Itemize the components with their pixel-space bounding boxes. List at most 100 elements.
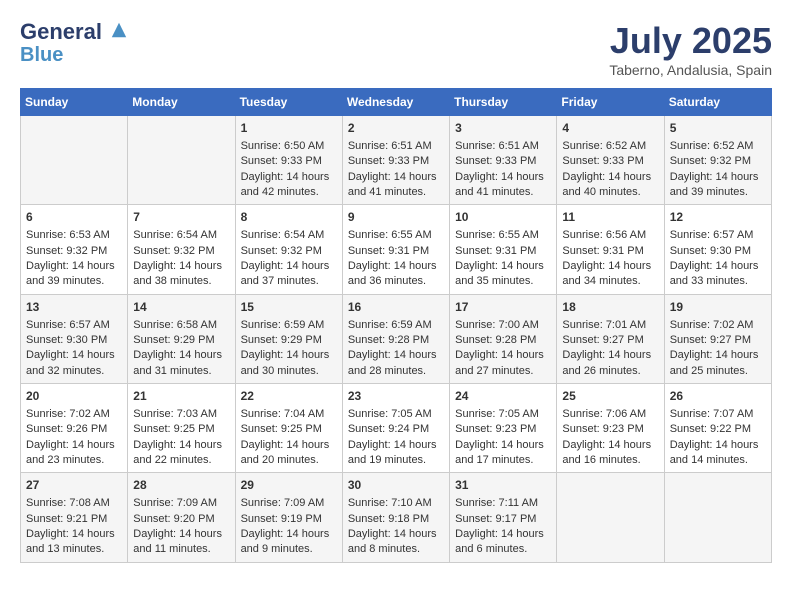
day-number: 16 [348, 299, 444, 316]
daylight-text: Daylight: 14 hours and 35 minutes. [455, 260, 544, 287]
daylight-text: Daylight: 14 hours and 36 minutes. [348, 260, 437, 287]
title-block: July 2025 Taberno, Andalusia, Spain [609, 20, 772, 78]
day-number: 8 [241, 209, 337, 226]
sunrise-text: Sunrise: 7:01 AM [562, 319, 646, 331]
calendar-cell: 3Sunrise: 6:51 AMSunset: 9:33 PMDaylight… [450, 116, 557, 205]
calendar-cell: 30 Sunrise: 7:10 AM Sunset: 9:18 PM Dayligh… [342, 473, 449, 562]
calendar-cell: 24 Sunrise: 7:05 AM Sunset: 9:23 PM Dayligh… [450, 384, 557, 473]
sunrise-text: Sunrise: 7:06 AM [562, 408, 646, 420]
daylight-text: Daylight: 14 hours and 28 minutes. [348, 349, 437, 376]
calendar-week-row: 1Sunrise: 6:50 AMSunset: 9:33 PMDaylight… [21, 116, 772, 205]
sunrise-text: Sunrise: 7:05 AM [455, 408, 539, 420]
calendar-cell: 15Sunrise: 6:59 AMSunset: 9:29 PMDayligh… [235, 294, 342, 383]
day-number: 18 [562, 299, 658, 316]
sunrise-text: Sunrise: 6:52 AM [670, 140, 754, 152]
weekday-header-row: SundayMondayTuesdayWednesdayThursdayFrid… [21, 89, 772, 116]
weekday-header-friday: Friday [557, 89, 664, 116]
weekday-header-thursday: Thursday [450, 89, 557, 116]
calendar-cell: 31Sunrise: 7:11 AMSunset: 9:17 PMDayligh… [450, 473, 557, 562]
sunrise-text: Sunrise: 7:05 AM [348, 408, 432, 420]
sunrise-text: Sunrise: 7:10 AM [348, 497, 432, 509]
sunset-text: Sunset: 9:25 PM [241, 423, 322, 435]
day-number: 6 [26, 209, 122, 226]
sunrise-text: Sunrise: 6:51 AM [348, 140, 432, 152]
daylight-text: Daylight: 14 hours and 32 minutes. [26, 349, 115, 376]
daylight-text: Daylight: 14 hours and 34 minutes. [562, 260, 651, 287]
sunset-text: Sunset: 9:22 PM [670, 423, 751, 435]
sunset-text: Sunset: 9:23 PM [455, 423, 536, 435]
day-number: 11 [562, 209, 658, 226]
sunrise-text: Sunrise: 7:08 AM [26, 497, 110, 509]
calendar-week-row: 13Sunrise: 6:57 AMSunset: 9:30 PMDayligh… [21, 294, 772, 383]
weekday-header-saturday: Saturday [664, 89, 771, 116]
calendar-cell [664, 473, 771, 562]
calendar-cell: 28Sunrise: 7:09 AMSunset: 9:20 PMDayligh… [128, 473, 235, 562]
weekday-header-monday: Monday [128, 89, 235, 116]
calendar-cell: 21Sunrise: 7:03 AMSunset: 9:25 PMDayligh… [128, 384, 235, 473]
daylight-text: Daylight: 14 hours and 38 minutes. [133, 260, 222, 287]
sunset-text: Sunset: 9:31 PM [348, 245, 429, 257]
daylight-text: Daylight: 14 hours and 17 minutes. [455, 439, 544, 466]
weekday-header-sunday: Sunday [21, 89, 128, 116]
sunrise-text: Sunrise: 6:59 AM [348, 319, 432, 331]
sunrise-text: Sunrise: 6:54 AM [133, 229, 217, 241]
weekday-header-tuesday: Tuesday [235, 89, 342, 116]
day-number: 17 [455, 299, 551, 316]
calendar-week-row: 6 Sunrise: 6:53 AM Sunset: 9:32 PM Daylight… [21, 205, 772, 294]
sunrise-text: Sunrise: 7:04 AM [241, 408, 325, 420]
calendar-cell: 8Sunrise: 6:54 AMSunset: 9:32 PMDaylight… [235, 205, 342, 294]
day-number: 1 [241, 120, 337, 137]
daylight-text: Daylight: 14 hours and 20 minutes. [241, 439, 330, 466]
calendar-cell: 5Sunrise: 6:52 AMSunset: 9:32 PMDaylight… [664, 116, 771, 205]
sunset-text: Sunset: 9:28 PM [455, 334, 536, 346]
day-number: 15 [241, 299, 337, 316]
day-number: 9 [348, 209, 444, 226]
sunset-text: Sunset: 9:18 PM [348, 513, 429, 525]
calendar-cell: 10Sunrise: 6:55 AMSunset: 9:31 PMDayligh… [450, 205, 557, 294]
daylight-text: Daylight: 14 hours and 13 minutes. [26, 528, 115, 555]
sunset-text: Sunset: 9:33 PM [562, 155, 643, 167]
daylight-text: Daylight: 14 hours and 25 minutes. [670, 349, 759, 376]
logo: General Blue [20, 20, 128, 66]
sunrise-text: Sunrise: 6:53 AM [26, 229, 110, 241]
sunrise-text: Sunrise: 7:00 AM [455, 319, 539, 331]
calendar-cell: 20Sunrise: 7:02 AMSunset: 9:26 PMDayligh… [21, 384, 128, 473]
sunset-text: Sunset: 9:30 PM [26, 334, 107, 346]
day-number: 28 [133, 477, 229, 494]
day-number: 25 [562, 388, 658, 405]
day-number: 12 [670, 209, 766, 226]
day-number: 24 [455, 388, 551, 405]
sunset-text: Sunset: 9:31 PM [455, 245, 536, 257]
sunset-text: Sunset: 9:33 PM [348, 155, 429, 167]
daylight-text: Daylight: 14 hours and 37 minutes. [241, 260, 330, 287]
daylight-text: Daylight: 14 hours and 19 minutes. [348, 439, 437, 466]
daylight-text: Daylight: 14 hours and 40 minutes. [562, 171, 651, 198]
day-number: 22 [241, 388, 337, 405]
sunset-text: Sunset: 9:27 PM [562, 334, 643, 346]
daylight-text: Daylight: 14 hours and 22 minutes. [133, 439, 222, 466]
weekday-header-wednesday: Wednesday [342, 89, 449, 116]
sunset-text: Sunset: 9:33 PM [241, 155, 322, 167]
daylight-text: Daylight: 14 hours and 8 minutes. [348, 528, 437, 555]
sunrise-text: Sunrise: 6:57 AM [26, 319, 110, 331]
day-number: 29 [241, 477, 337, 494]
sunset-text: Sunset: 9:33 PM [455, 155, 536, 167]
sunset-text: Sunset: 9:32 PM [133, 245, 214, 257]
daylight-text: Daylight: 14 hours and 6 minutes. [455, 528, 544, 555]
sunset-text: Sunset: 9:28 PM [348, 334, 429, 346]
daylight-text: Daylight: 14 hours and 41 minutes. [455, 171, 544, 198]
sunrise-text: Sunrise: 7:02 AM [670, 319, 754, 331]
calendar-cell: 19Sunrise: 7:02 AMSunset: 9:27 PMDayligh… [664, 294, 771, 383]
calendar-cell: 27Sunrise: 7:08 AMSunset: 9:21 PMDayligh… [21, 473, 128, 562]
day-number: 20 [26, 388, 122, 405]
sunrise-text: Sunrise: 7:03 AM [133, 408, 217, 420]
daylight-text: Daylight: 14 hours and 42 minutes. [241, 171, 330, 198]
sunset-text: Sunset: 9:30 PM [670, 245, 751, 257]
daylight-text: Daylight: 14 hours and 16 minutes. [562, 439, 651, 466]
calendar-cell: 16 Sunrise: 6:59 AM Sunset: 9:28 PM Dayligh… [342, 294, 449, 383]
day-number: 26 [670, 388, 766, 405]
daylight-text: Daylight: 14 hours and 30 minutes. [241, 349, 330, 376]
sunset-text: Sunset: 9:32 PM [26, 245, 107, 257]
day-number: 30 [348, 477, 444, 494]
day-number: 7 [133, 209, 229, 226]
